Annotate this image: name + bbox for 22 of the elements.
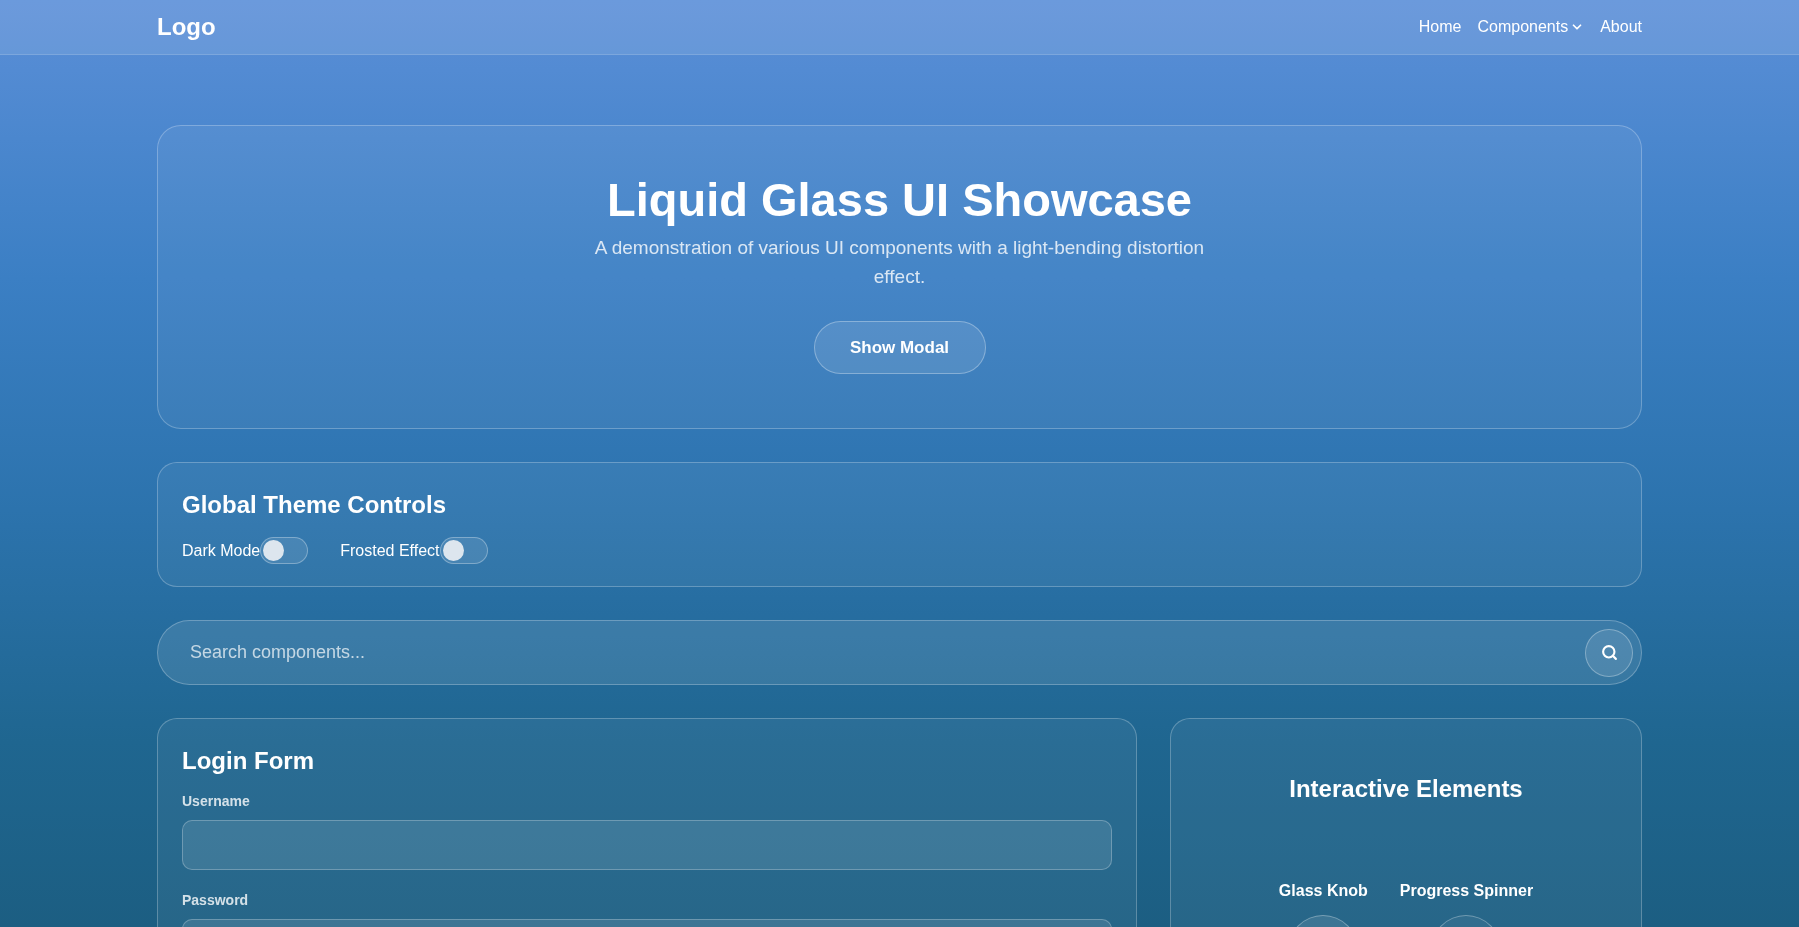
hero-subtitle: A demonstration of various UI components with a light-bending distortion effect.	[593, 236, 1206, 289]
card-title: Login Form	[182, 746, 315, 776]
element-label: Progress Spinner	[1399, 881, 1534, 901]
nav-link[interactable]: About	[1600, 15, 1642, 39]
toggle-switch[interactable]	[439, 537, 488, 564]
card-title: Global Theme Controls	[182, 490, 448, 520]
toggle-label: Dark Mode	[182, 540, 261, 561]
hero-title: Liquid Glass UI Showcase	[606, 172, 1192, 228]
search-icon	[1600, 644, 1618, 661]
show-modal-button[interactable]: Show Modal	[813, 321, 986, 375]
nav-link[interactable]: Home	[1418, 15, 1462, 39]
toggle-label: Frosted Effect	[340, 540, 440, 561]
search-field[interactable]: Search components...	[190, 639, 1585, 666]
nav-link[interactable]: Components	[1477, 15, 1585, 39]
logo[interactable]: Logo	[157, 9, 216, 45]
element-label: Glass Knob	[1278, 881, 1368, 901]
field-label: Username	[182, 792, 251, 811]
toggle-switch[interactable]	[260, 537, 309, 564]
search-button[interactable]	[1585, 628, 1633, 677]
card-title: Interactive Elements	[1289, 774, 1523, 804]
search-bar[interactable]: Search components...	[157, 620, 1642, 685]
field-label: Password	[182, 891, 250, 910]
